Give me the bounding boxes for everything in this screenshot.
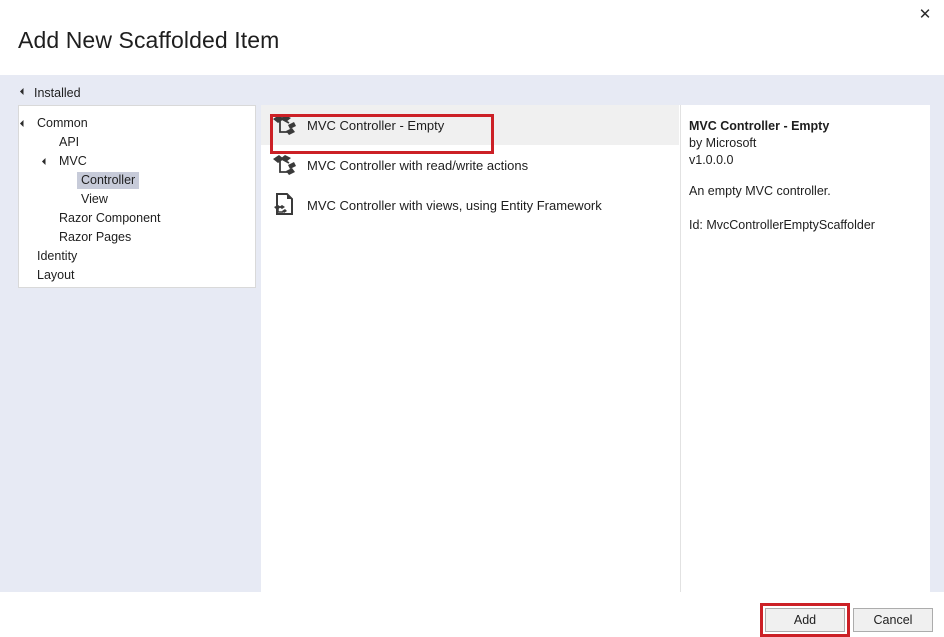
chevron-expanded-icon[interactable] <box>41 157 50 166</box>
controller-node-icon <box>261 152 307 178</box>
document-node-icon <box>274 193 293 215</box>
controller-node-icon <box>261 112 307 138</box>
tree-item-layout[interactable]: Layout <box>19 266 255 285</box>
tree-item-common[interactable]: Common <box>19 114 255 133</box>
chevron-expanded-icon[interactable] <box>19 119 28 128</box>
tree-item-api[interactable]: API <box>19 133 255 152</box>
scaffold-list[interactable]: MVC Controller - Empty MVC Controller wit… <box>261 105 679 592</box>
scaffold-details-panel: MVC Controller - Empty by Microsoft v1.0… <box>681 105 930 592</box>
close-icon[interactable]: ✕ <box>910 2 940 26</box>
tree-item-mvc[interactable]: MVC <box>19 152 255 171</box>
detail-title: MVC Controller - Empty <box>689 119 830 133</box>
document-node-icon <box>261 192 307 218</box>
tree-item-label: Razor Pages <box>59 230 132 244</box>
detail-version: v1.0.0.0 <box>689 153 734 167</box>
scaffold-list-item[interactable]: MVC Controller - Empty <box>261 105 679 145</box>
scaffold-list-item[interactable]: MVC Controller with read/write actions <box>261 145 679 185</box>
tree-item-label: Identity <box>37 249 78 263</box>
detail-description: An empty MVC controller. <box>689 184 831 198</box>
tree-item-controller[interactable]: Controller <box>19 171 255 190</box>
controller-node-icon <box>273 155 296 175</box>
dialog-titlebar: Add New Scaffolded Item ✕ <box>0 0 944 75</box>
scaffold-list-item[interactable]: MVC Controller with views, using Entity … <box>261 185 679 225</box>
controller-node-icon <box>273 115 296 135</box>
tree-item-label: API <box>59 135 80 149</box>
tree-item-label: Common <box>37 116 88 130</box>
tree-item-razor-component[interactable]: Razor Component <box>19 209 255 228</box>
scaffold-list-item-label: MVC Controller - Empty <box>307 117 445 133</box>
tree-item-identity[interactable]: Identity <box>19 247 255 266</box>
detail-id: Id: MvcControllerEmptyScaffolder <box>689 218 875 232</box>
tree-item-label: Layout <box>37 268 75 282</box>
scaffold-content-panel: MVC Controller - Empty MVC Controller wit… <box>261 105 930 592</box>
tree-item-label: Razor Component <box>59 211 161 225</box>
tree-item-label: Controller <box>77 172 140 189</box>
detail-author: by Microsoft <box>689 136 757 150</box>
tree-item-razor-pages[interactable]: Razor Pages <box>19 228 255 247</box>
tree-item-view[interactable]: View <box>19 190 255 209</box>
scaffold-list-item-label: MVC Controller with views, using Entity … <box>307 197 602 213</box>
cancel-button[interactable]: Cancel <box>853 608 933 632</box>
installed-group-label: Installed <box>34 86 81 100</box>
page-title: Add New Scaffolded Item <box>18 27 280 53</box>
tree-item-label: MVC <box>59 154 87 168</box>
tree-item-label: View <box>81 192 108 206</box>
scaffold-list-item-label: MVC Controller with read/write actions <box>307 157 529 173</box>
add-button[interactable]: Add <box>765 608 845 632</box>
category-tree[interactable]: Common API MVC Controller View Razor Componen… <box>18 105 256 288</box>
